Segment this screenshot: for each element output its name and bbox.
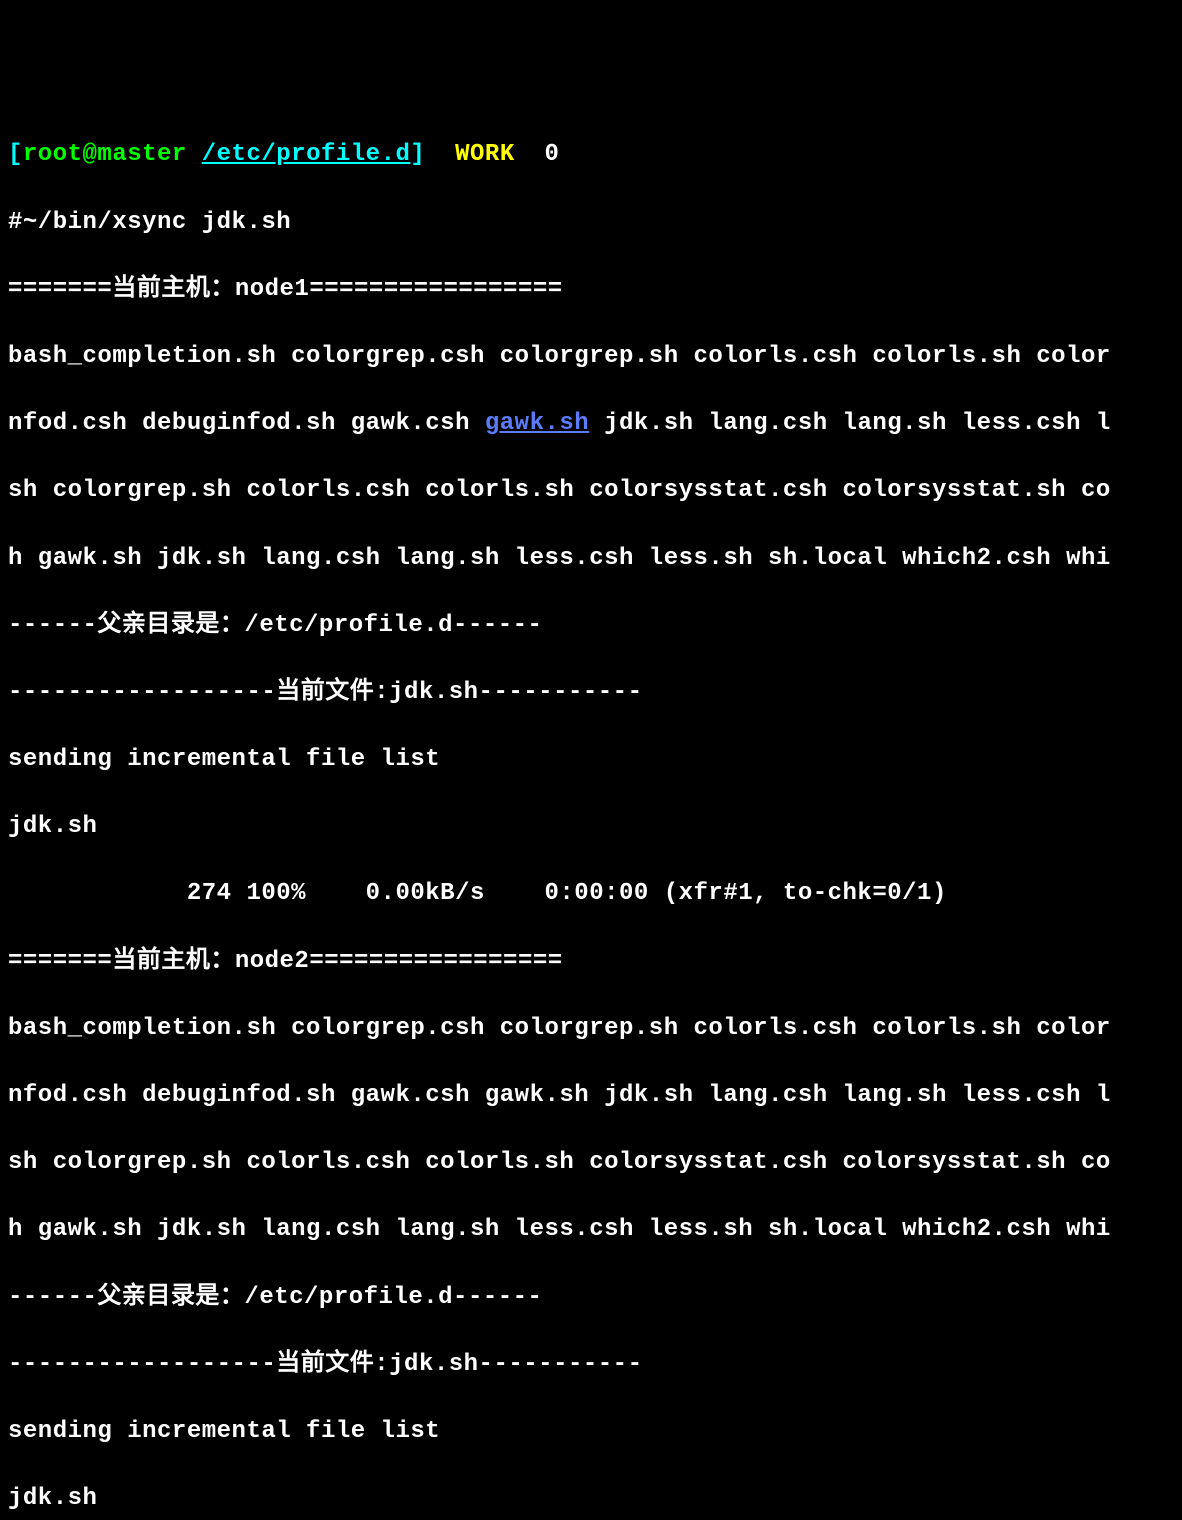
output-line: sh colorgrep.sh colorls.csh colorls.sh c… bbox=[8, 1146, 1174, 1180]
current-file-line: ------------------当前文件:jdk.sh----------- bbox=[8, 676, 1174, 710]
work-num: 0 bbox=[545, 141, 560, 168]
prompt-bracket-open: [ bbox=[8, 141, 23, 168]
prompt-user: root@master bbox=[23, 141, 187, 168]
prompt-line[interactable]: [root@master /etc/profile.d] WORK 0 bbox=[8, 138, 1174, 172]
parent-dir-line: ------父亲目录是：/etc/profile.d------ bbox=[8, 1281, 1174, 1315]
progress-line: 274 100% 0.00kB/s 0:00:00 (xfr#1, to-chk… bbox=[8, 877, 1174, 911]
text-segment: jdk.sh lang.csh lang.sh less.csh l bbox=[589, 410, 1111, 437]
prompt-path: /etc/profile.d bbox=[202, 141, 411, 168]
jdk-line: jdk.sh bbox=[8, 1482, 1174, 1516]
output-line: sh colorgrep.sh colorls.csh colorls.sh c… bbox=[8, 474, 1174, 508]
host2-header: =======当前主机：node2================= bbox=[8, 945, 1174, 979]
text-segment: nfod.csh debuginfod.sh gawk.csh bbox=[8, 410, 485, 437]
parent-dir-line: ------父亲目录是：/etc/profile.d------ bbox=[8, 609, 1174, 643]
command-line[interactable]: #~/bin/xsync jdk.sh bbox=[8, 206, 1174, 240]
output-line: h gawk.sh jdk.sh lang.csh lang.sh less.c… bbox=[8, 1213, 1174, 1247]
current-file-line: ------------------当前文件:jdk.sh----------- bbox=[8, 1348, 1174, 1382]
sending-line: sending incremental file list bbox=[8, 1415, 1174, 1449]
output-line: bash_completion.sh colorgrep.csh colorgr… bbox=[8, 1012, 1174, 1046]
output-line: h gawk.sh jdk.sh lang.csh lang.sh less.c… bbox=[8, 542, 1174, 576]
output-line: bash_completion.sh colorgrep.csh colorgr… bbox=[8, 340, 1174, 374]
jdk-line: jdk.sh bbox=[8, 810, 1174, 844]
prompt-bracket-close: ] bbox=[410, 141, 425, 168]
work-label: WORK bbox=[455, 141, 515, 168]
host1-header: =======当前主机：node1================= bbox=[8, 273, 1174, 307]
gawk-link[interactable]: gawk.sh bbox=[485, 410, 589, 437]
output-line: nfod.csh debuginfod.sh gawk.csh gawk.sh … bbox=[8, 1079, 1174, 1113]
output-line: nfod.csh debuginfod.sh gawk.csh gawk.sh … bbox=[8, 407, 1174, 441]
